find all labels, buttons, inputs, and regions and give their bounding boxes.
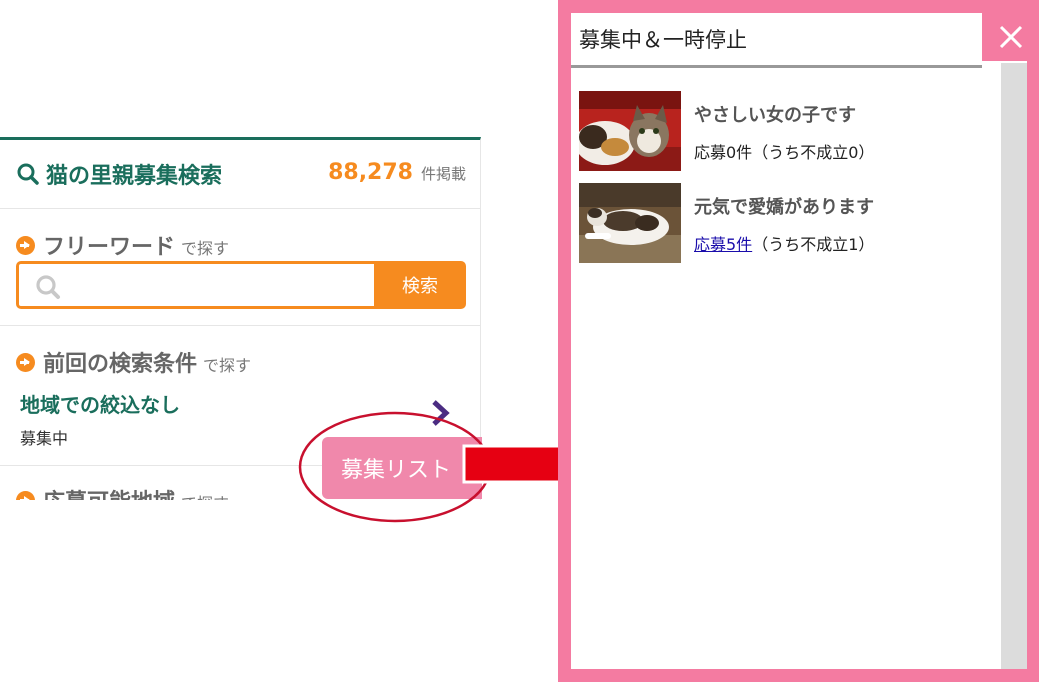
arrow-circle-icon <box>16 352 35 372</box>
search-icon <box>17 163 39 185</box>
search-panel-title: 猫の里親募集検索 <box>16 158 222 190</box>
unsuccessful-count: （うち不成立1） <box>752 235 875 254</box>
previous-conditions-heading: 前回の検索条件 で探す <box>16 346 251 378</box>
freeword-title: フリーワード <box>43 235 176 260</box>
apply-count-link[interactable]: 応募5件 <box>694 235 752 254</box>
freeword-input-wrap <box>16 261 374 309</box>
freeword-section: フリーワード で探す 検索 <box>0 209 480 326</box>
arrow-circle-icon <box>16 235 35 255</box>
previous-conditions-suffix: で探す <box>203 356 252 375</box>
cat-thumbnail[interactable] <box>579 183 681 263</box>
search-button[interactable]: 検索 <box>374 261 466 309</box>
freeword-search-row: 検索 <box>16 261 466 309</box>
search-icon <box>36 275 60 299</box>
previous-conditions-value: 地域での絞込なし <box>20 393 180 417</box>
close-icon <box>999 25 1022 49</box>
arrow-circle-icon <box>16 490 35 500</box>
recruitment-list-popup: 募集中＆一時停止 やさしい女の子です 応募0件（うち不成立0） 元気で愛嬌があり… <box>558 0 1039 682</box>
popup-scrollbar[interactable] <box>1001 63 1027 669</box>
freeword-input[interactable] <box>19 264 374 306</box>
cat-title[interactable]: やさしい女の子です <box>694 101 856 127</box>
area-suffix: で探す <box>181 490 229 500</box>
cat-thumbnail[interactable] <box>579 91 681 171</box>
apply-count: 応募0件 <box>694 143 753 162</box>
popup-title: 募集中＆一時停止 <box>571 13 982 68</box>
search-panel-title-text: 猫の里親募集検索 <box>46 164 223 189</box>
listing-count-number: 88,278 <box>328 160 413 185</box>
list-item[interactable]: やさしい女の子です 応募0件（うち不成立0） <box>579 91 989 183</box>
cat-title[interactable]: 元気で愛嬌があります <box>694 193 874 219</box>
cat-list: やさしい女の子です 応募0件（うち不成立0） 元気で愛嬌があります 応募5件（う… <box>579 91 989 275</box>
cat-apply-info: 応募0件（うち不成立0） <box>694 139 874 163</box>
search-panel-header: 猫の里親募集検索 88,278 件掲載 <box>0 140 480 209</box>
area-title: 応募可能地域 <box>43 484 175 500</box>
list-item[interactable]: 元気で愛嬌があります 応募5件（うち不成立1） <box>579 183 989 275</box>
previous-conditions-status: 募集中 <box>20 429 69 448</box>
listing-count-unit: 件掲載 <box>420 165 466 183</box>
cat-apply-info: 応募5件（うち不成立1） <box>694 231 874 255</box>
unsuccessful-count: （うち不成立0） <box>752 143 875 162</box>
popup-content: 募集中＆一時停止 やさしい女の子です 応募0件（うち不成立0） 元気で愛嬌があり… <box>571 13 1027 669</box>
previous-conditions-title: 前回の検索条件 <box>43 352 198 377</box>
area-heading: 応募可能地域 で探す <box>16 484 229 500</box>
listing-count: 88,278 件掲載 <box>328 160 466 185</box>
freeword-suffix: で探す <box>181 239 230 258</box>
close-button[interactable] <box>982 13 1039 61</box>
freeword-heading: フリーワード で探す <box>16 229 229 261</box>
